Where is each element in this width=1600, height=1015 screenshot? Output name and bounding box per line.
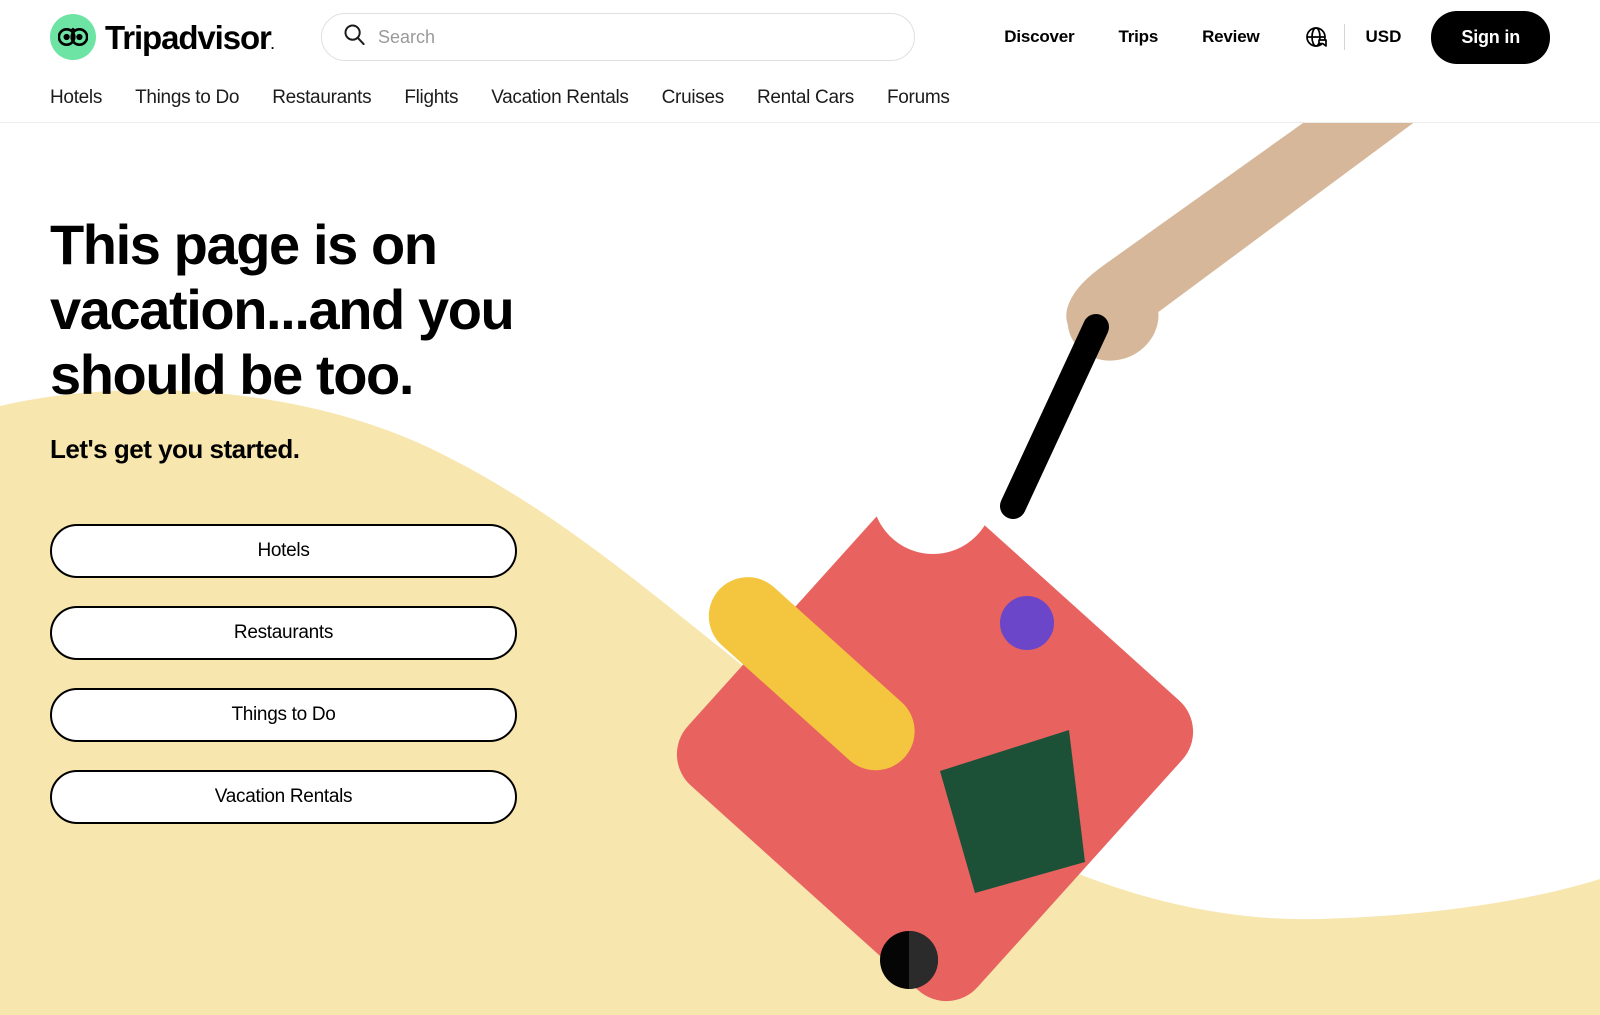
search-bar[interactable]: [321, 13, 915, 61]
cta-button-label: Vacation Rentals: [214, 786, 353, 807]
cta-button-hotels[interactable]: Hotels: [50, 524, 517, 578]
cta-button-things-to-do[interactable]: Things to Do: [50, 688, 517, 742]
site-header: Tripadvisor. Discover Trips Review: [0, 0, 1600, 74]
owl-logo-icon: [50, 14, 96, 60]
logo-home-link[interactable]: Tripadvisor.: [50, 14, 274, 60]
cta-button-label: Hotels: [257, 540, 310, 561]
header-link-trips[interactable]: Trips: [1096, 27, 1180, 47]
tripadvisor-error-page: This page is on vacation...and you shoul…: [0, 0, 1600, 1015]
logo-wordmark: Tripadvisor.: [105, 18, 274, 56]
header-link-discover[interactable]: Discover: [982, 27, 1096, 47]
header-right-cluster: Discover Trips Review USD Sign in: [982, 0, 1600, 74]
globe-icon[interactable]: [1281, 26, 1344, 49]
search-icon: [344, 24, 365, 50]
search-input[interactable]: [378, 26, 858, 48]
nav-item-vacation-rentals[interactable]: Vacation Rentals: [491, 87, 629, 109]
page-subtitle: Let's get you started.: [50, 433, 300, 464]
cta-button-label: Restaurants: [233, 622, 334, 643]
cta-button-list: Hotels Restaurants Things to Do Vacation…: [50, 524, 517, 824]
header-link-review[interactable]: Review: [1180, 27, 1281, 47]
suitcase-wheel-group: [880, 931, 938, 989]
nav-item-flights[interactable]: Flights: [404, 87, 458, 109]
primary-nav: Hotels Things to Do Restaurants Flights …: [0, 74, 1600, 123]
nav-item-restaurants[interactable]: Restaurants: [272, 87, 371, 109]
nav-item-things-to-do[interactable]: Things to Do: [135, 87, 239, 109]
nav-item-rental-cars[interactable]: Rental Cars: [757, 87, 854, 109]
hero-copy: This page is on vacation...and you shoul…: [50, 213, 610, 465]
nav-item-hotels[interactable]: Hotels: [50, 87, 102, 109]
nav-item-forums[interactable]: Forums: [887, 87, 950, 109]
cta-button-restaurants[interactable]: Restaurants: [50, 606, 517, 660]
suitcase-handle-shape: [1000, 314, 1109, 519]
page-title: This page is on vacation...and you shoul…: [50, 213, 515, 406]
sign-in-button[interactable]: Sign in: [1431, 10, 1550, 64]
cta-button-vacation-rentals[interactable]: Vacation Rentals: [50, 770, 517, 824]
logo-trademark: .: [270, 36, 274, 52]
suitcase-white-badge-shape: [872, 432, 994, 554]
suitcase-purple-dot-shape: [1000, 596, 1054, 650]
currency-selector[interactable]: USD: [1345, 27, 1421, 47]
cta-button-label: Things to Do: [231, 704, 336, 725]
nav-item-cruises[interactable]: Cruises: [662, 87, 725, 109]
